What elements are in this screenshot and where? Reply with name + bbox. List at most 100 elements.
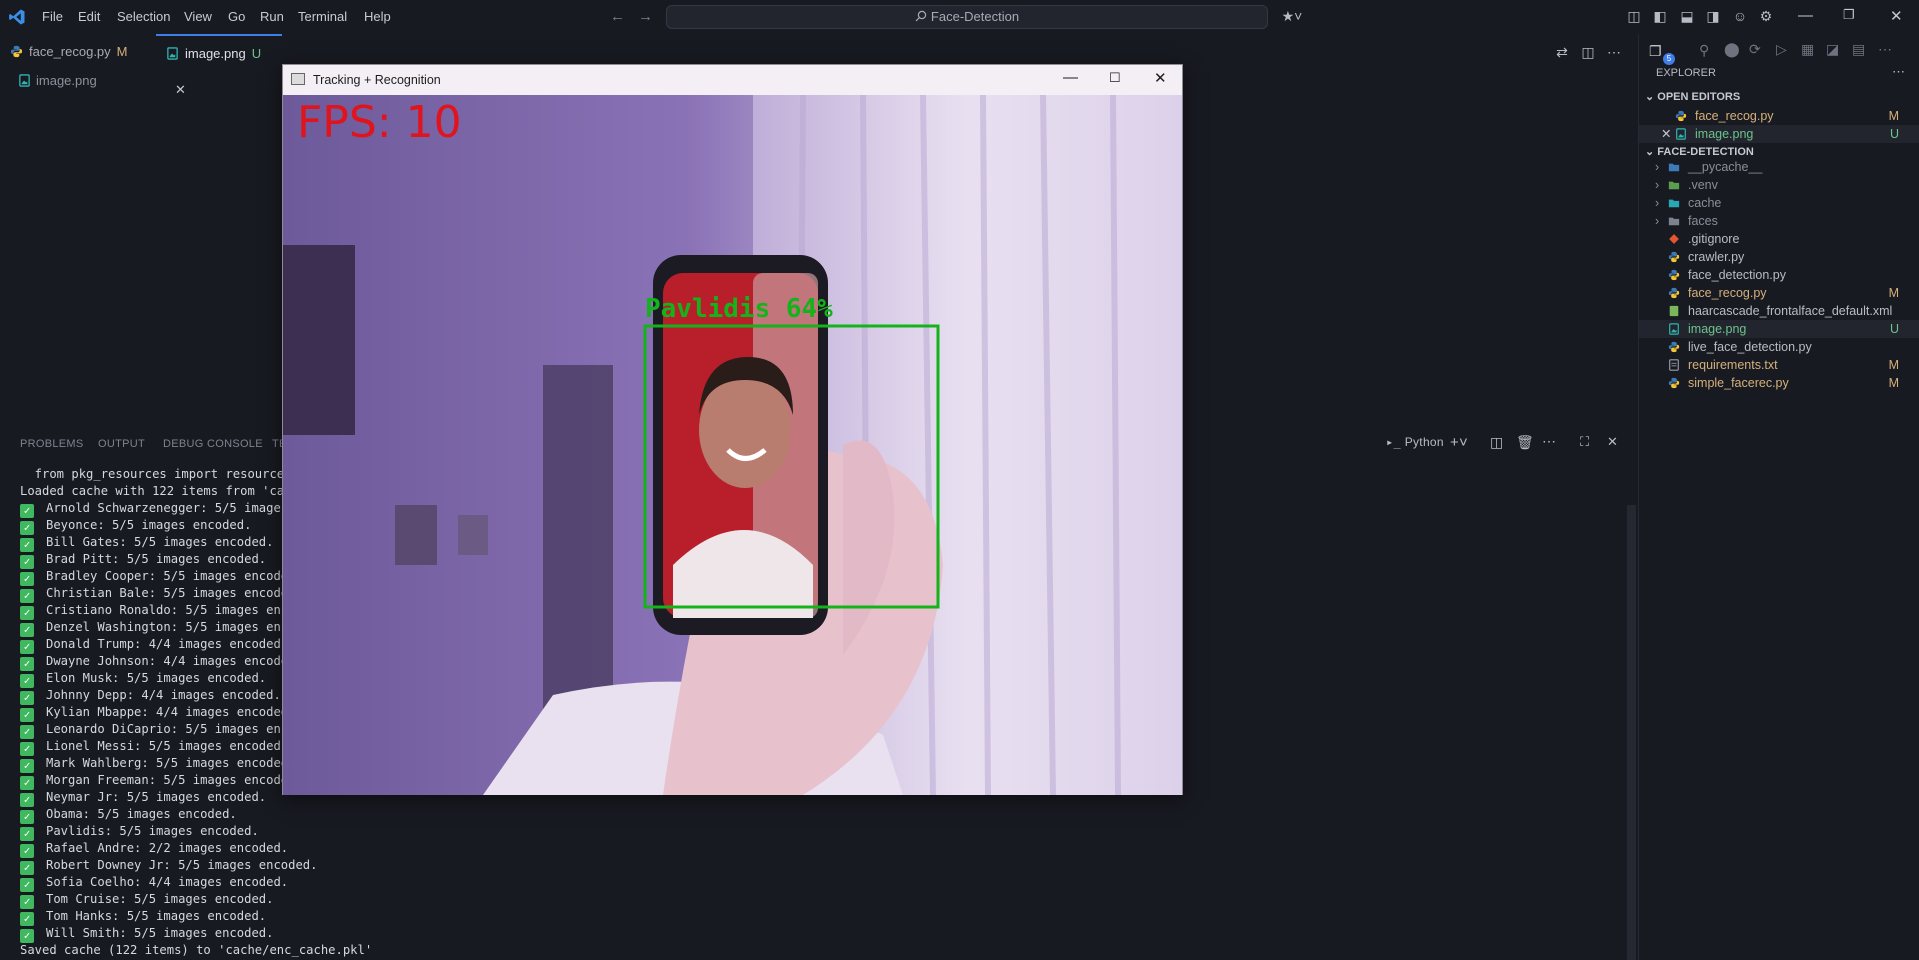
tab-face-recog[interactable]: face_recog.py M [0, 34, 142, 70]
breadcrumb-label: image.png [36, 73, 97, 88]
open-editors-header[interactable]: ⌄ OPEN EDITORS [1645, 90, 1740, 103]
restore-icon[interactable]: ❐ [1843, 7, 1855, 23]
activity-more-icon[interactable]: ⋯ [1878, 41, 1892, 58]
settings-gear-icon[interactable]: ⚙ [1758, 8, 1774, 24]
check-mark-icon: ✓ [20, 742, 34, 756]
chevron-right-icon: › [1655, 160, 1660, 174]
terminal-line-text: Will Smith: 5/5 images encoded. [46, 926, 274, 940]
tab-debug-console[interactable]: DEBUG CONSOLE [163, 438, 263, 450]
extensions-sync-icon[interactable]: ⟳ [1749, 41, 1761, 58]
menu-go[interactable]: Go [228, 9, 245, 24]
more-actions-icon[interactable]: ⋯ [1606, 44, 1622, 60]
tree-file[interactable]: crawler.py [1639, 248, 1919, 266]
menu-edit[interactable]: Edit [78, 9, 100, 24]
toggle-primary-sidebar-icon[interactable]: ◧ [1652, 8, 1668, 24]
tab-problems[interactable]: PROBLEMS [20, 438, 84, 450]
cv-window-titlebar[interactable]: Tracking + Recognition — ☐ ✕ [283, 65, 1182, 95]
menu-run[interactable]: Run [260, 9, 284, 24]
copilot-icon[interactable]: ★˅ [1280, 8, 1304, 24]
image-file-icon [167, 47, 178, 60]
tree-folder[interactable]: › __pycache__ [1639, 158, 1919, 176]
toggle-secondary-sidebar-icon[interactable]: ◨ [1705, 8, 1721, 24]
explorer-files-icon[interactable]: ❐ [1649, 43, 1662, 60]
maximize-panel-icon[interactable]: ⛶ [1580, 434, 1589, 450]
open-changes-icon[interactable]: ⇄ [1554, 44, 1570, 60]
folder-icon [1668, 194, 1688, 212]
tab-output[interactable]: OUTPUT [98, 438, 145, 450]
cv-maximize-icon[interactable]: ☐ [1109, 70, 1121, 86]
project-header[interactable]: ⌄ FACE-DETECTION [1645, 145, 1754, 158]
tab-label: face_recog.py [29, 44, 111, 59]
webcam-image: Pavlidis 64% FPS: 10 [283, 95, 1182, 795]
tree-folder[interactable]: › faces [1639, 212, 1919, 230]
tree-folder[interactable]: › .venv [1639, 176, 1919, 194]
panel-more-icon[interactable]: ⋯ [1542, 433, 1556, 450]
minimize-icon[interactable]: — [1798, 7, 1813, 24]
new-terminal-icon[interactable]: +˅ [1450, 434, 1468, 451]
back-arrow-icon[interactable]: ← [610, 8, 625, 25]
explorer-more-icon[interactable]: ⋯ [1892, 64, 1905, 80]
account-icon[interactable]: ☺ [1732, 8, 1748, 24]
open-editor-item[interactable]: ✕ image.png U [1639, 125, 1919, 143]
cv-close-icon[interactable]: ✕ [1154, 69, 1167, 87]
cv-minimize-icon[interactable]: — [1063, 69, 1078, 86]
folder-icon [1668, 176, 1688, 194]
terminal-line-text: Bradley Cooper: 5/5 images encoded [46, 569, 296, 583]
terminal-line: ✓ Robert Downey Jr: 5/5 images encoded. [20, 857, 318, 875]
tree-file[interactable]: haarcascade_frontalface_default.xml [1639, 302, 1919, 320]
tree-file[interactable]: face_recog.py M [1639, 284, 1919, 302]
menu-selection[interactable]: Selection [117, 9, 170, 24]
project-label: FACE-DETECTION [1657, 146, 1754, 158]
close-window-icon[interactable]: ✕ [1890, 7, 1903, 25]
menu-view[interactable]: View [184, 9, 212, 24]
copilot-chat-icon[interactable]: ⬤ [1724, 41, 1740, 58]
command-center-search[interactable]: Face-Detection [666, 5, 1268, 29]
kill-terminal-trash-icon[interactable]: 🗑 [1516, 434, 1534, 451]
tree-item-label: faces [1688, 214, 1718, 228]
extensions-icon[interactable]: ▤ [1852, 41, 1865, 58]
menu-file[interactable]: File [42, 9, 63, 24]
tree-folder[interactable]: › cache [1639, 194, 1919, 212]
breadcrumb[interactable]: image.png [18, 73, 97, 88]
forward-arrow-icon[interactable]: → [638, 8, 653, 25]
split-terminal-icon[interactable]: ◫ [1490, 434, 1504, 451]
terminal-line-text: Arnold Schwarzenegger: 5/5 images [46, 501, 289, 515]
open-editors-label: OPEN EDITORS [1657, 91, 1741, 103]
tab-image-png[interactable]: image.png U ✕ [156, 34, 282, 97]
menu-help[interactable]: Help [364, 9, 391, 24]
tree-file[interactable]: simple_facerec.py M [1639, 374, 1919, 392]
check-mark-icon: ✓ [20, 861, 34, 875]
folder-icon [1668, 158, 1688, 176]
tree-file[interactable]: live_face_detection.py [1639, 338, 1919, 356]
tree-item-label: live_face_detection.py [1688, 340, 1812, 354]
terminal-line: ✓ Tom Cruise: 5/5 images encoded. [20, 891, 273, 909]
close-editor-icon[interactable]: ✕ [1661, 125, 1671, 143]
tree-file[interactable]: image.png U [1639, 320, 1919, 338]
remote-explorer-icon[interactable]: ▦ [1801, 41, 1814, 58]
tree-item-label: face_detection.py [1688, 268, 1786, 282]
toggle-panel-icon[interactable]: ⬓ [1679, 8, 1695, 24]
file-status: U [1889, 127, 1899, 141]
shelf [543, 365, 613, 715]
menu-terminal[interactable]: Terminal [298, 9, 347, 24]
vscode-logo-icon [9, 9, 25, 25]
open-editor-item[interactable]: face_recog.py M [1639, 107, 1919, 125]
terminal-kind[interactable]: ▸_ Python [1386, 435, 1444, 449]
customize-layout-icon[interactable]: ◫ [1626, 8, 1642, 24]
testing-icon[interactable]: ◪ [1826, 41, 1839, 58]
tree-file[interactable]: face_detection.py [1639, 266, 1919, 284]
terminal-line: ✓ Bradley Cooper: 5/5 images encoded [20, 568, 296, 586]
terminal-line: ✓ Obama: 5/5 images encoded. [20, 806, 237, 824]
terminal-line-text: Loaded cache with 122 items from 'cach [20, 484, 299, 498]
close-panel-icon[interactable]: ✕ [1607, 434, 1618, 450]
file-status: M [1888, 358, 1899, 372]
run-debug-icon[interactable]: ▷ [1776, 41, 1787, 58]
tree-file[interactable]: .gitignore [1639, 230, 1919, 248]
search-view-icon[interactable]: ⚲ [1699, 42, 1709, 59]
check-mark-icon: ✓ [20, 725, 34, 739]
terminal-scrollbar[interactable] [1627, 505, 1636, 960]
tree-file[interactable]: requirements.txt M [1639, 356, 1919, 374]
tab-close-icon[interactable]: ✕ [175, 82, 186, 97]
split-editor-icon[interactable]: ◫ [1580, 44, 1596, 60]
tracking-recognition-window[interactable]: Tracking + Recognition — ☐ ✕ Pavlidis 64… [282, 64, 1183, 795]
